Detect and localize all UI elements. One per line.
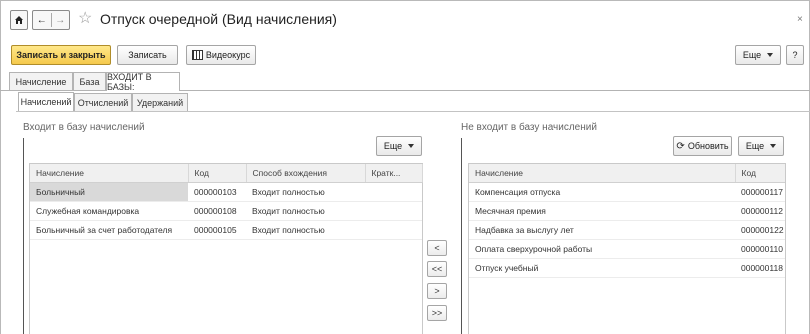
cell-code: 000000110 bbox=[741, 244, 783, 254]
refresh-button[interactable]: ⟳ Обновить bbox=[673, 136, 732, 156]
table-row[interactable]: Месячная премия 000000112 bbox=[469, 202, 785, 221]
subtabs-underline bbox=[16, 111, 810, 112]
cell-code: 000000117 bbox=[741, 187, 783, 197]
cell-code: 000000112 bbox=[741, 206, 783, 216]
right-more-label: Еще bbox=[745, 141, 765, 151]
history-nav: ← → bbox=[32, 10, 70, 30]
cell-accrual: Отпуск учебный bbox=[475, 263, 539, 273]
refresh-icon: ⟳ bbox=[676, 140, 685, 152]
right-more-button[interactable]: Еще bbox=[738, 136, 784, 156]
forward-arrow-icon[interactable]: → bbox=[51, 15, 69, 26]
video-course-label: Видеокурс bbox=[205, 50, 251, 60]
left-border-line bbox=[23, 138, 24, 334]
move-right-button[interactable]: > bbox=[427, 283, 447, 299]
home-button[interactable] bbox=[10, 10, 28, 30]
col-accrual[interactable]: Начисление bbox=[469, 164, 736, 183]
cell-code: 000000105 bbox=[194, 225, 237, 235]
table-row[interactable]: Служебная командировка 000000108 Входит … bbox=[30, 202, 422, 221]
cell-accrual: Компенсация отпуска bbox=[475, 187, 561, 197]
cell-accrual: Больничный за счет работодателя bbox=[36, 225, 173, 235]
cell-short bbox=[365, 183, 422, 202]
subtab-withholdings[interactable]: Удержаний bbox=[132, 93, 188, 111]
more-label: Еще bbox=[742, 50, 762, 60]
favorite-star-icon[interactable]: ☆ bbox=[78, 8, 92, 28]
back-arrow-icon[interactable]: ← bbox=[33, 15, 51, 26]
film-icon bbox=[191, 50, 203, 60]
cell-short bbox=[365, 221, 422, 240]
table-row[interactable]: Больничный 000000103 Входит полностью bbox=[30, 182, 422, 202]
refresh-label: Обновить bbox=[687, 141, 729, 151]
save-close-button[interactable]: Записать и закрыть bbox=[11, 45, 111, 65]
more-menu-button[interactable]: Еще bbox=[735, 45, 781, 65]
window-title: Отпуск очередной (Вид начисления) bbox=[100, 11, 337, 27]
subtab-deductions[interactable]: Отчислений bbox=[74, 93, 132, 111]
cell-code: 000000118 bbox=[741, 263, 783, 273]
col-short[interactable]: Кратк... bbox=[365, 164, 423, 183]
chevron-down-icon bbox=[767, 53, 774, 57]
table-row[interactable]: Оплата сверхурочной работы 000000110 bbox=[469, 240, 785, 259]
col-code[interactable]: Код bbox=[735, 164, 785, 183]
included-section-title: Входит в базу начислений bbox=[23, 122, 145, 133]
close-icon[interactable]: × bbox=[797, 14, 803, 25]
cell-code: 000000108 bbox=[194, 206, 237, 216]
tab-included-in-bases[interactable]: ВХОДИТ В БАЗЫ: bbox=[106, 72, 180, 92]
save-button[interactable]: Записать bbox=[117, 45, 178, 65]
table-row[interactable]: Больничный за счет работодателя 00000010… bbox=[30, 221, 422, 240]
home-icon bbox=[15, 16, 23, 24]
included-table[interactable]: Начисление Код Способ вхождения Кратк...… bbox=[29, 163, 423, 334]
cell-accrual: Больничный bbox=[30, 182, 188, 202]
not-included-table[interactable]: Начисление Код Компенсация отпуска 00000… bbox=[468, 163, 786, 334]
subtab-accruals[interactable]: Начислений bbox=[18, 92, 74, 111]
video-course-button[interactable]: Видеокурс bbox=[186, 45, 256, 65]
col-method[interactable]: Способ вхождения bbox=[246, 164, 366, 183]
table-row[interactable]: Надбавка за выслугу лет 000000122 bbox=[469, 221, 785, 240]
tab-accrual[interactable]: Начисление bbox=[9, 72, 73, 90]
move-all-left-button[interactable]: << bbox=[427, 261, 447, 277]
move-all-right-button[interactable]: >> bbox=[427, 305, 447, 321]
cell-accrual: Служебная командировка bbox=[36, 206, 140, 216]
table-row[interactable]: Отпуск учебный 000000118 bbox=[469, 259, 785, 278]
cell-accrual: Оплата сверхурочной работы bbox=[475, 244, 593, 254]
cell-short bbox=[365, 202, 422, 221]
col-code[interactable]: Код bbox=[188, 164, 247, 183]
col-accrual[interactable]: Начисление bbox=[30, 164, 189, 183]
not-included-section-title: Не входит в базу начислений bbox=[461, 122, 597, 133]
left-more-button[interactable]: Еще bbox=[376, 136, 422, 156]
left-more-label: Еще bbox=[383, 141, 403, 151]
cell-accrual: Надбавка за выслугу лет bbox=[475, 225, 574, 235]
cell-method: Входит полностью bbox=[252, 225, 325, 235]
chevron-down-icon bbox=[408, 144, 415, 148]
cell-method: Входит полностью bbox=[252, 206, 325, 216]
cell-code: 000000103 bbox=[194, 187, 237, 197]
cell-method: Входит полностью bbox=[252, 187, 325, 197]
cell-accrual: Месячная премия bbox=[475, 206, 546, 216]
help-button[interactable]: ? bbox=[786, 45, 804, 65]
table-row[interactable]: Компенсация отпуска 000000117 bbox=[469, 183, 785, 202]
tab-base[interactable]: База bbox=[73, 72, 106, 90]
move-left-button[interactable]: < bbox=[427, 240, 447, 256]
chevron-down-icon bbox=[770, 144, 777, 148]
cell-code: 000000122 bbox=[741, 225, 784, 235]
right-border-line bbox=[461, 138, 462, 334]
